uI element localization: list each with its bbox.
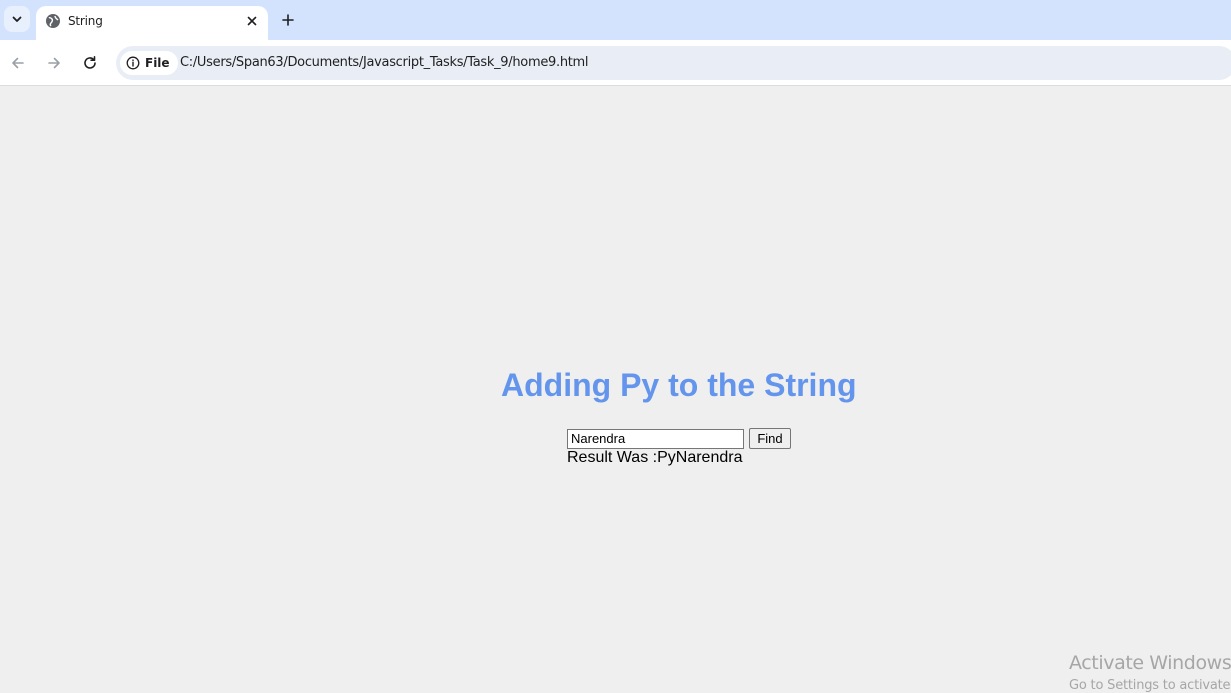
string-form: Find [567,428,791,449]
globe-icon [46,14,60,28]
tab-strip: String [0,0,1231,40]
page-heading: Adding Py to the String [501,367,857,403]
browser-toolbar: File C:/Users/Span63/Documents/Javascrip… [0,40,1231,86]
new-tab-button[interactable] [277,9,299,31]
tab-close-button[interactable] [242,11,262,31]
result-text: Result Was :PyNarendra [567,449,743,466]
string-input[interactable] [567,428,744,449]
page-viewport: Adding Py to the String Find Result Was … [0,87,1231,693]
info-icon [126,56,140,70]
reload-icon [84,56,96,69]
find-button[interactable]: Find [749,428,791,449]
site-info-chip[interactable]: File [120,51,178,75]
arrow-right-icon [48,57,60,69]
activate-windows-watermark: Activate Windows Go to Settings to activ… [1069,652,1231,693]
chevron-down-icon [12,16,22,22]
tab-active[interactable]: String [36,6,268,40]
tab-title: String [68,14,103,28]
reload-button[interactable] [78,51,102,75]
forward-button[interactable] [42,51,66,75]
plus-icon [282,14,294,26]
site-chip-label: File [145,56,170,70]
close-icon [247,16,257,26]
url-text[interactable]: C:/Users/Span63/Documents/Javascript_Tas… [180,55,589,70]
back-button[interactable] [6,51,30,75]
watermark-title: Activate Windows [1069,652,1231,674]
tab-search-button[interactable] [4,6,30,32]
arrow-left-icon [12,57,24,69]
address-bar[interactable]: File C:/Users/Span63/Documents/Javascrip… [116,46,1231,80]
